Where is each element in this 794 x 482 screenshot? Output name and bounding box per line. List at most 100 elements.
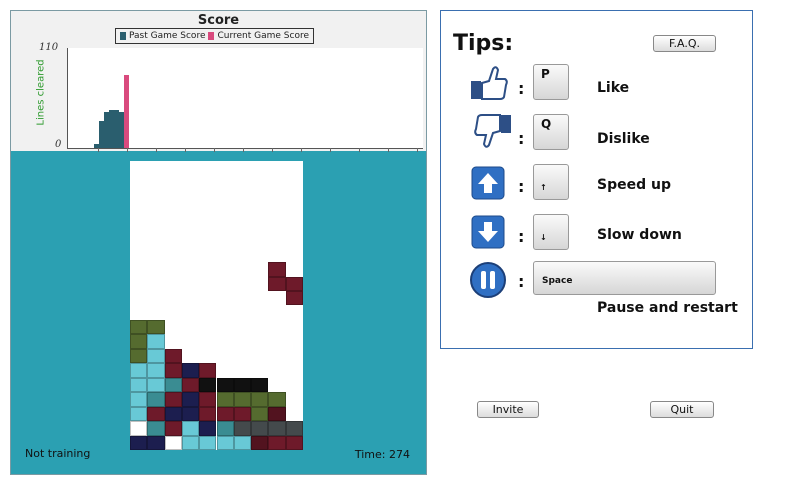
board-cell [233,406,252,422]
board-cell [147,421,165,436]
colon: : [518,79,525,98]
key-space: Space [533,261,716,295]
board-cell [130,421,148,436]
x-tick [156,148,157,152]
board-cell [268,435,286,450]
board-cell [216,435,234,450]
board-cell [164,435,182,450]
key-down: ↓ [533,214,569,250]
board-cell [251,392,269,407]
x-tick [272,148,273,152]
game-panel: Score Past Game Score Current Game Score… [10,10,427,475]
board-cell [164,348,182,364]
board-cell [130,435,148,450]
board-cell [233,392,252,407]
board-cell [285,435,303,450]
x-tick [359,148,360,152]
board-cell [216,421,234,436]
board-cell [199,421,217,436]
board-cell [199,377,217,393]
board-cell [147,392,165,407]
board-cell [251,435,269,450]
tip-label-dislike: Dislike [597,131,650,147]
tips-panel: Tips: F.A.Q. : P Like : Q Dislike : ↑ Sp… [440,10,753,349]
board-cell [181,406,200,422]
board-cell [147,363,165,378]
board-cell [285,276,303,292]
board-cell [130,363,148,378]
board-cell [181,392,200,407]
board-cell [268,421,286,436]
x-tick [214,148,215,152]
y-tick-max: 110 [39,42,59,53]
board-cell [147,348,165,364]
x-tick [301,148,302,152]
board-cell [147,377,165,393]
tip-label-pause: Pause and restart [597,300,738,316]
board-cell [181,377,200,393]
game-timer: Time: 274 [354,448,410,461]
board-cell [164,421,182,436]
board-cell [130,348,148,364]
board-cell [285,421,303,436]
training-status: Not training [25,447,91,460]
board-cell [285,291,303,306]
y-tick-min: 0 [55,139,62,150]
legend-current-label: Current Game Score [217,31,310,41]
board-cell [181,421,200,436]
x-tick [243,148,244,152]
board-cell [147,334,165,349]
board-cell [268,276,286,292]
tetris-board [130,161,303,450]
board-cell [130,334,148,349]
legend-past-label: Past Game Score [129,31,206,41]
x-tick [388,148,389,152]
quit-button[interactable]: Quit [650,401,714,418]
board-cell [130,377,148,393]
score-chart: Score Past Game Score Current Game Score… [11,11,426,152]
board-cell [199,406,217,422]
colon: : [518,272,525,291]
board-cell [130,406,148,422]
board-cell [216,406,234,422]
x-tick [127,148,128,152]
x-tick [330,148,331,152]
colon: : [518,129,525,148]
board-cell [199,392,217,407]
legend-swatch-past [120,32,126,40]
thumbs-up-icon [471,66,508,100]
key-up: ↑ [533,164,569,200]
y-axis-label: Lines cleared [35,59,47,126]
arrow-up-icon [471,166,505,200]
bar-current-game [124,75,129,148]
board-cell [130,319,148,335]
board-cell [130,392,148,407]
tip-label-like: Like [597,80,630,96]
board-cell [216,377,234,393]
board-cell [164,377,182,393]
board-cell [233,435,252,450]
board-cell [147,435,165,450]
board-cell [181,363,200,378]
chart-title: Score [197,13,240,28]
tip-label-slow-down: Slow down [597,227,682,243]
board-cell [268,406,286,422]
faq-button[interactable]: F.A.Q. [653,35,716,52]
invite-button[interactable]: Invite [477,401,539,418]
board-cell [181,435,200,450]
x-tick [417,148,418,152]
board-cell [268,262,286,277]
x-tick [185,148,186,152]
x-tick [98,148,99,152]
board-cell [268,392,286,407]
colon: : [518,177,525,196]
board-cell [164,392,182,407]
board-cell [147,406,165,422]
board-cell [216,392,234,407]
board-cell [199,363,217,378]
tip-label-speed-up: Speed up [597,177,671,193]
arrow-down-icon [471,215,505,249]
tips-title: Tips: [453,31,514,56]
key-q: Q [533,114,569,150]
key-p: P [533,64,569,100]
